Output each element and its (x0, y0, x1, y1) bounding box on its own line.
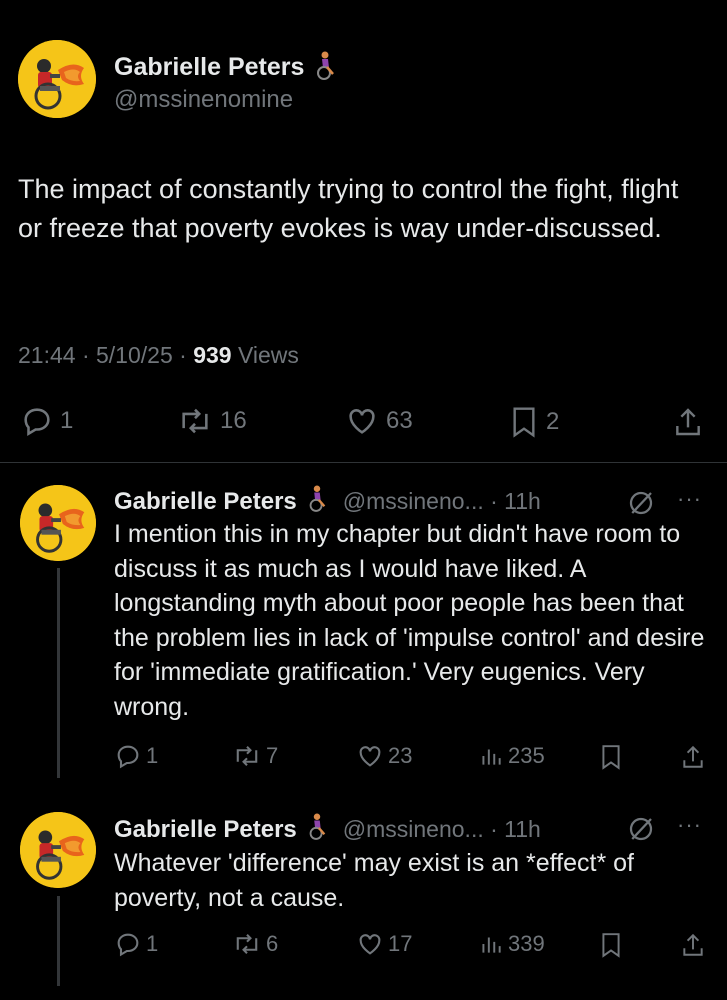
bookmark-icon (602, 745, 620, 770)
wheelchair-emoji-icon (312, 50, 338, 87)
share-button[interactable] (680, 930, 706, 960)
share-button[interactable] (680, 742, 706, 772)
bookmark-button[interactable]: 2 (508, 404, 559, 440)
views-button[interactable]: 235 (478, 742, 545, 770)
reply-button[interactable]: 1 (20, 404, 73, 438)
repost-icon (236, 934, 258, 954)
reply-icon (24, 408, 50, 437)
repost-count: 16 (220, 407, 247, 434)
repost-button[interactable]: 16 (176, 404, 247, 438)
repost-icon (182, 408, 208, 434)
reply-avatar[interactable] (20, 485, 96, 561)
reply-author-handle[interactable]: @mssineno... · 11h (343, 488, 541, 515)
reply-count: 1 (146, 931, 159, 956)
views-icon (482, 937, 501, 953)
avatar-illustration (18, 40, 96, 118)
thread-line (57, 896, 60, 986)
like-icon (359, 746, 381, 767)
like-icon (349, 409, 375, 434)
post-timestamp[interactable]: 21:44 · 5/10/25 · (18, 342, 187, 368)
wheelchair-emoji-icon (305, 484, 329, 519)
views-count: 339 (508, 931, 545, 956)
bookmark-button[interactable] (598, 930, 624, 960)
views-count: 235 (508, 743, 545, 768)
reply-text: Whatever 'difference' may exist is an *e… (114, 849, 634, 912)
avatar-illustration (20, 812, 96, 888)
reply-icon (117, 933, 139, 957)
wheelchair-emoji-icon (305, 812, 329, 847)
views-count: 939 (193, 342, 232, 368)
post-divider (0, 462, 727, 463)
more-icon[interactable]: ··· (677, 812, 702, 838)
grok-icon[interactable] (626, 814, 656, 849)
avatar-illustration (20, 485, 96, 561)
repost-count: 6 (266, 931, 279, 956)
share-icon (683, 745, 703, 768)
share-icon (683, 933, 703, 956)
like-button[interactable]: 17 (356, 930, 412, 958)
bookmark-button[interactable] (598, 742, 624, 772)
post-meta: 21:44 · 5/10/25 · 939 Views (18, 342, 299, 369)
views-icon (482, 749, 501, 765)
like-count: 23 (388, 743, 413, 768)
reply-icon (117, 745, 139, 769)
author-handle[interactable]: @mssinenomine (114, 86, 293, 114)
reply-header: Gabrielle Peters @mssineno... · 11h (114, 812, 541, 847)
like-button[interactable]: 63 (344, 404, 413, 438)
repost-button[interactable]: 7 (232, 742, 278, 770)
author-name[interactable]: Gabrielle Peters (114, 50, 338, 87)
repost-icon (236, 746, 258, 766)
like-count: 63 (386, 407, 413, 434)
share-button[interactable] (672, 404, 704, 440)
bookmark-icon (513, 407, 535, 438)
like-icon (359, 934, 381, 955)
thread-line (57, 568, 60, 778)
repost-count: 7 (266, 743, 279, 768)
bookmark-count: 2 (546, 408, 560, 435)
share-icon (676, 408, 700, 436)
author-name-text[interactable]: Gabrielle Peters (114, 53, 304, 81)
reply-count: 1 (146, 743, 159, 768)
post-text: The impact of constantly trying to contr… (18, 174, 679, 243)
views-label: Views (237, 342, 299, 368)
reply-count: 1 (60, 407, 74, 434)
reply-text: I mention this in my chapter but didn't … (114, 520, 705, 721)
like-count: 17 (388, 931, 413, 956)
reply-author-name[interactable]: Gabrielle Peters (114, 488, 297, 516)
reply-author-handle[interactable]: @mssineno... · 11h (343, 816, 541, 843)
main-avatar[interactable] (18, 40, 96, 118)
reply-author-name[interactable]: Gabrielle Peters (114, 816, 297, 844)
reply-avatar[interactable] (20, 812, 96, 888)
bookmark-icon (602, 933, 620, 958)
repost-button[interactable]: 6 (232, 930, 278, 958)
views-button[interactable]: 339 (478, 930, 545, 958)
reply-button[interactable]: 1 (114, 742, 158, 770)
like-button[interactable]: 23 (356, 742, 412, 770)
reply-button[interactable]: 1 (114, 930, 158, 958)
more-icon[interactable]: ··· (677, 486, 702, 512)
reply-header: Gabrielle Peters @mssineno... · 11h (114, 484, 541, 519)
